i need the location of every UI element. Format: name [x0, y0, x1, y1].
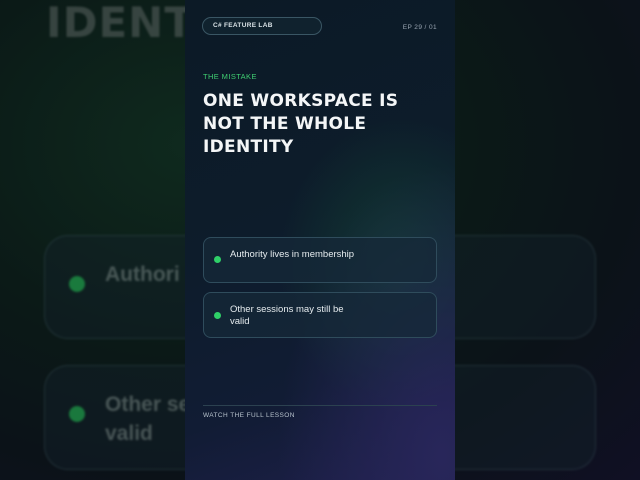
lesson-card: C# FEATURE LAB EP 29 / 01 THE MISTAKE ON…	[185, 0, 455, 480]
point-card-2: Other sessions may still be valid	[203, 292, 437, 338]
episode-label: EP 29 / 01	[402, 24, 437, 31]
background-point-1-text: Authori	[105, 263, 180, 286]
series-badge: C# FEATURE LAB	[202, 17, 322, 35]
point-1-text: Authority lives in membership	[230, 249, 355, 260]
point-2-text: Other sessions may still be valid	[230, 304, 344, 327]
section-kicker: THE MISTAKE	[203, 72, 257, 81]
bullet-dot-icon	[214, 256, 221, 263]
bullet-dot-icon	[214, 312, 221, 319]
point-card-1: Authority lives in membership	[203, 237, 437, 283]
background-bullet-dot	[69, 276, 85, 292]
headline: ONE WORKSPACE IS NOT THE WHOLE IDENTITY	[203, 91, 399, 157]
watch-lesson-link[interactable]: WATCH THE FULL LESSON	[203, 412, 295, 419]
background-bullet-dot	[69, 406, 85, 422]
divider	[203, 405, 437, 406]
